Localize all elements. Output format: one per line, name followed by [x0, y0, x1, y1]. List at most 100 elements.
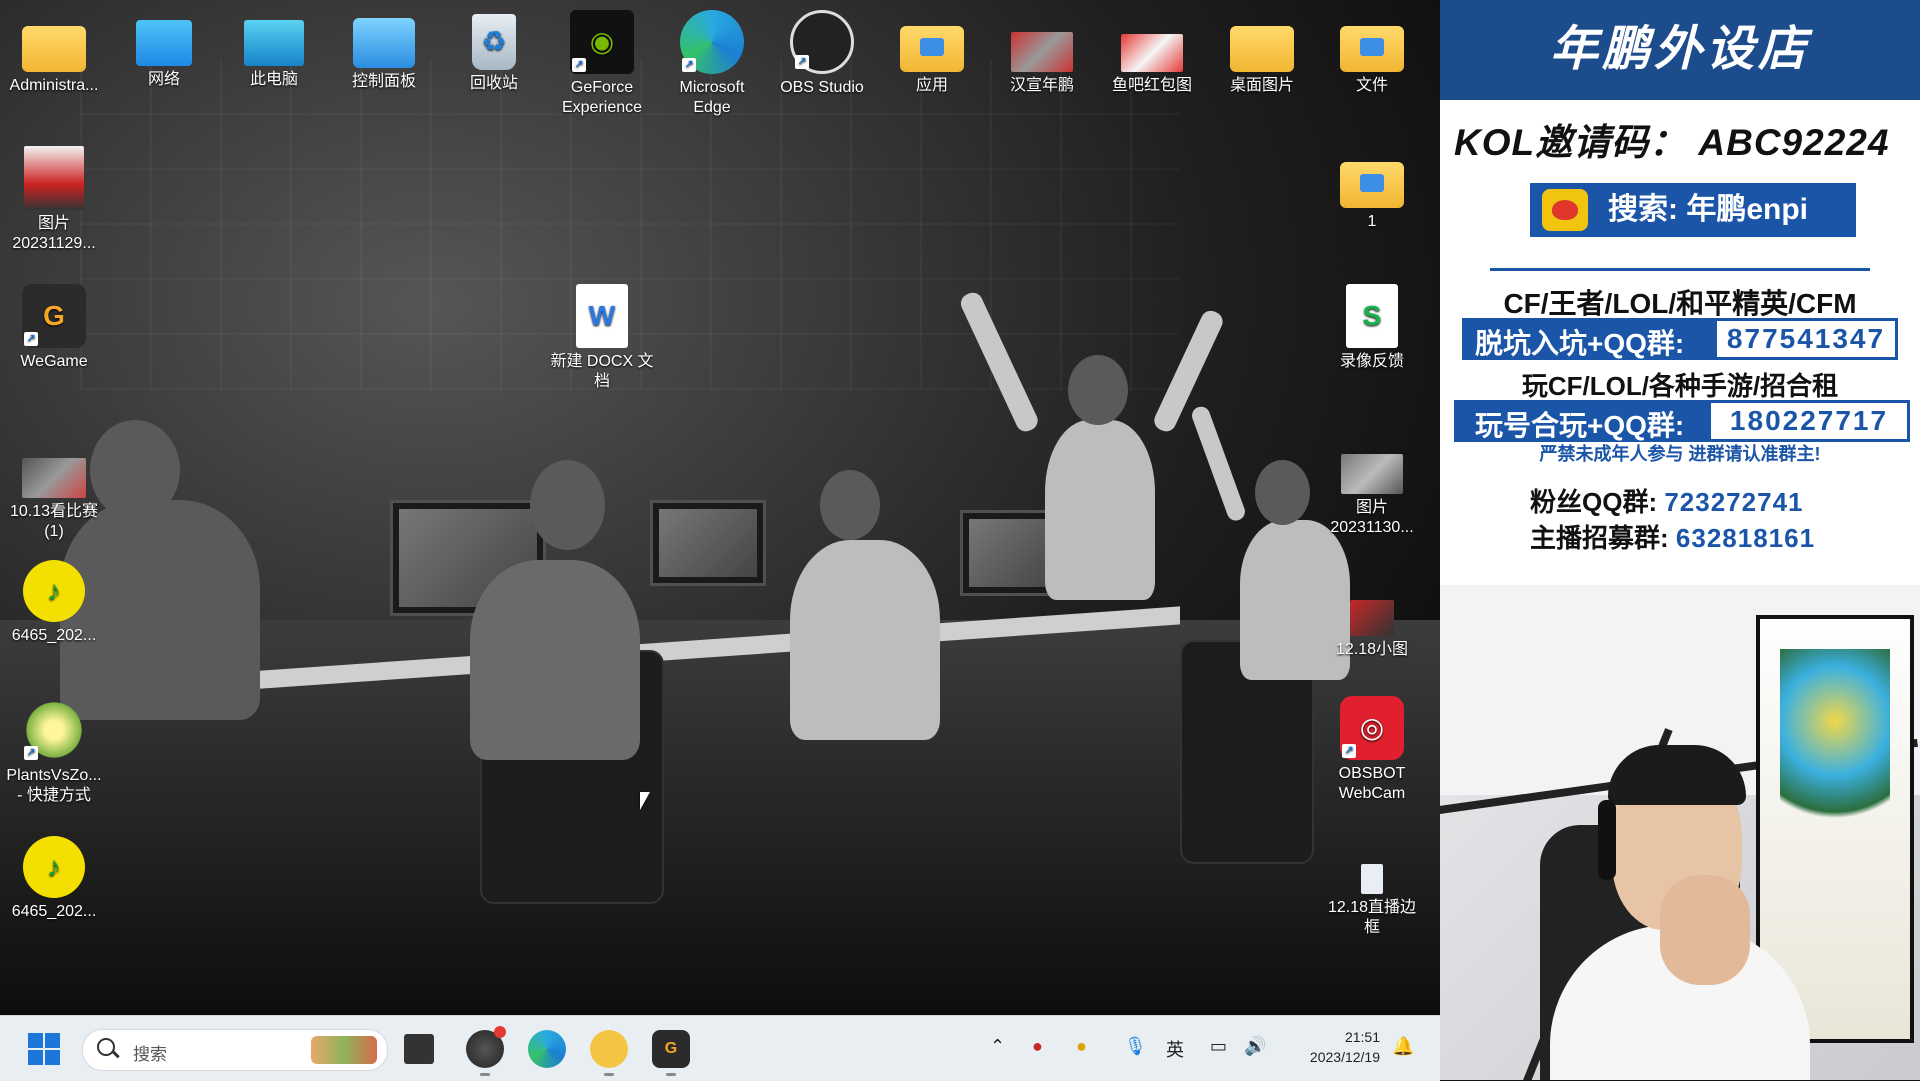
- icon-label: 1: [1367, 213, 1377, 230]
- taskbar: 搜索 G ⌃ ● ● 🎙 英 ▭ 🔊 21:51 2023/12/19 🔔: [0, 1015, 1440, 1081]
- wallpaper-monitor: [650, 500, 766, 586]
- desktop-icon-files[interactable]: 文件: [1320, 14, 1424, 96]
- desktop-icon-record[interactable]: S 录像反馈: [1320, 284, 1424, 372]
- volume-icon[interactable]: 🔊: [1244, 1036, 1266, 1057]
- ime-indicator[interactable]: 英: [1166, 1036, 1184, 1062]
- computer-icon: [244, 20, 304, 66]
- taskbar-search[interactable]: 搜索: [82, 1029, 388, 1071]
- wegame-taskbar-button[interactable]: G: [652, 1030, 690, 1076]
- notification-dot: [494, 1026, 506, 1038]
- desktop-icon-frame[interactable]: 12.18直播边框: [1320, 852, 1424, 938]
- desktop-icon-obsbot[interactable]: ◎ ↗ OBSBOT WebCam: [1320, 696, 1424, 804]
- wallpaper-person: [470, 560, 640, 760]
- microphone-icon[interactable]: 🎙: [1124, 1036, 1147, 1057]
- search-highlight-icon: [311, 1036, 377, 1064]
- icon-label: 应用: [915, 77, 948, 94]
- icon-label: 录像反馈: [1339, 353, 1404, 370]
- folder-icon: [900, 26, 964, 72]
- network-tray-icon[interactable]: ▭: [1210, 1036, 1227, 1057]
- shortcut-arrow-icon: ↗: [24, 746, 38, 760]
- icon-label: 10.13看比赛 (1): [9, 503, 99, 540]
- start-button[interactable]: [28, 1033, 60, 1065]
- webcam-feed: [1440, 585, 1920, 1080]
- image-icon: [24, 146, 84, 210]
- task-view-button[interactable]: [404, 1034, 434, 1064]
- anchor-group: 主播招募群: 632818161: [1530, 518, 1815, 555]
- windows-logo-icon: [28, 1033, 43, 1048]
- headphones-icon: [1598, 800, 1616, 880]
- desktop-icon-pic1129[interactable]: 图片 20231129...: [2, 146, 106, 254]
- edge-taskbar-button[interactable]: [528, 1030, 566, 1068]
- desktop-icon-folder1[interactable]: 1: [1320, 150, 1424, 232]
- desktop-icon-wegame[interactable]: G ↗ WeGame: [2, 284, 106, 372]
- icon-label: 12.18小图: [1335, 641, 1409, 658]
- desktop-icon-docx[interactable]: W 新建 DOCX 文档: [550, 284, 654, 392]
- anchor-group-label: 主播招募群:: [1530, 523, 1669, 553]
- wallpaper-head: [820, 470, 880, 540]
- sheet-icon: S: [1346, 284, 1398, 348]
- wallpaper-person: [790, 540, 940, 740]
- folder-icon: [1340, 26, 1404, 72]
- weibo-search-banner: 搜索: 年鹏enpi: [1530, 183, 1856, 237]
- desktop-icon-recycle-bin[interactable]: ♻ 回收站: [442, 14, 546, 94]
- obs-taskbar-button[interactable]: [466, 1026, 506, 1076]
- desktop-icon-geforce[interactable]: ◉ ↗ GeForce Experience: [550, 10, 654, 118]
- desktop-icon-control-panel[interactable]: 控制面板: [332, 14, 436, 92]
- weibo-text: 搜索: 年鹏enpi: [1608, 193, 1808, 226]
- icon-label: 汉宣年鹏: [1009, 77, 1074, 94]
- games-line-1: CF/王者/LOL/和平精英/CFM: [1503, 288, 1857, 319]
- icon-label: GeForce Experience: [561, 79, 643, 116]
- icon-label: 新建 DOCX 文档: [550, 353, 654, 390]
- icon-label: WeGame: [20, 353, 88, 370]
- icon-label: Administra...: [9, 77, 99, 94]
- clock-time: 21:51: [1344, 1029, 1380, 1045]
- geforce-icon: ◉ ↗: [570, 10, 634, 74]
- wallpaper-head: [530, 460, 605, 550]
- wallpaper-head: [1068, 355, 1128, 425]
- fans-group: 粉丝QQ群: 723272741: [1530, 482, 1803, 519]
- file-icon: [1361, 864, 1383, 894]
- game-tray-icon[interactable]: ●: [1076, 1036, 1087, 1057]
- anchor-group-number: 632818161: [1675, 523, 1816, 553]
- kol-code: KOL邀请码： ABC92224: [1454, 122, 1890, 163]
- desktop-icon-match[interactable]: 10.13看比赛 (1): [2, 444, 106, 542]
- search-placeholder: 搜索: [133, 1045, 167, 1064]
- icon-label: 12.18直播边框: [1327, 899, 1417, 936]
- icon-label: Microsoft Edge: [679, 79, 745, 116]
- desktop-icon-hanxuan[interactable]: 汉宣年鹏: [990, 14, 1094, 96]
- search-icon: [97, 1038, 115, 1056]
- desktop-icon-admin[interactable]: Administra...: [2, 14, 106, 96]
- desktop-icon-music2[interactable]: ♪ 6465_202...: [2, 836, 106, 922]
- show-hidden-icons-button[interactable]: ⌃: [990, 1036, 1005, 1057]
- weibo-icon: [1542, 189, 1588, 231]
- desktop: Administra... 网络 此电脑 控制面板 ♻ 回收站 ◉ ↗ GeFor…: [0, 0, 1440, 1015]
- desktop-icon-pic1130[interactable]: 图片 20231130...: [1320, 440, 1424, 538]
- desktop-icon-music1[interactable]: ♪ 6465_202...: [2, 560, 106, 646]
- qq-group-2: 玩号合玩+QQ群: 180227717: [1454, 400, 1910, 442]
- image-icon: [22, 458, 86, 498]
- desktop-icon-pvz[interactable]: ↗ PlantsVsZo... - 快捷方式: [2, 698, 106, 806]
- desktop-icon-network[interactable]: 网络: [112, 10, 216, 90]
- image-icon: [1121, 34, 1183, 72]
- desktop-icon-desk-pics[interactable]: 桌面图片: [1210, 14, 1314, 96]
- desktop-icon-this-pc[interactable]: 此电脑: [222, 14, 326, 90]
- desktop-icon-yuba[interactable]: 鱼吧红包图: [1100, 14, 1204, 96]
- desktop-icon-pic1218[interactable]: 12.18小图: [1320, 580, 1424, 660]
- qq-group-1: 脱坑入坑+QQ群: 877541347: [1462, 318, 1898, 360]
- wallpaper-person: [1045, 420, 1155, 600]
- clock[interactable]: 21:51 2023/12/19: [1288, 1027, 1380, 1067]
- desktop-icon-obs[interactable]: ↗ OBS Studio: [770, 10, 874, 98]
- fans-group-label: 粉丝QQ群:: [1530, 487, 1658, 517]
- obs-icon: ↗: [790, 10, 854, 74]
- desktop-icon-apps[interactable]: 应用: [880, 14, 984, 96]
- qq-tray-icon[interactable]: ●: [1032, 1036, 1043, 1057]
- shortcut-arrow-icon: ↗: [795, 55, 809, 69]
- icon-label: 图片 20231129...: [12, 215, 96, 252]
- game-helper-taskbar-button[interactable]: [590, 1030, 628, 1076]
- desktop-icon-edge[interactable]: ↗ Microsoft Edge: [660, 10, 764, 118]
- shortcut-arrow-icon: ↗: [682, 58, 696, 72]
- control-panel-icon: [353, 18, 415, 68]
- notification-bell-icon[interactable]: 🔔: [1392, 1036, 1414, 1057]
- wallpaper-arm: [1189, 404, 1248, 524]
- music-icon: ♪: [23, 560, 85, 622]
